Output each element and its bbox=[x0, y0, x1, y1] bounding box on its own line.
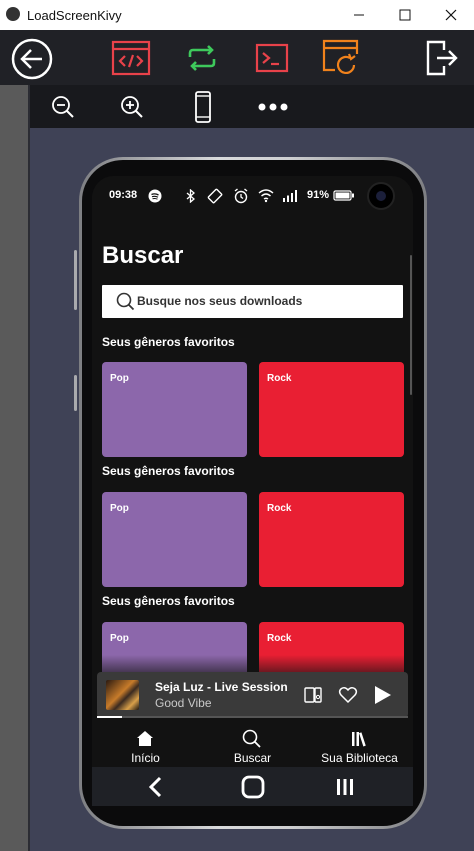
genre-label: Pop bbox=[110, 503, 129, 514]
wifi-icon bbox=[258, 189, 274, 203]
vibrate-icon bbox=[207, 188, 223, 204]
minimize-icon bbox=[354, 14, 364, 16]
reload-button[interactable] bbox=[183, 40, 221, 76]
zoom-in-button[interactable] bbox=[119, 94, 145, 120]
code-icon bbox=[111, 40, 151, 76]
song-title: Seja Luz - Live Session bbox=[155, 680, 288, 694]
sub-toolbar bbox=[30, 85, 474, 128]
back-arrow-icon bbox=[11, 38, 53, 80]
section-title: Seus gêneros favoritos bbox=[102, 335, 235, 349]
play-button[interactable] bbox=[371, 684, 393, 706]
page-title: Buscar bbox=[102, 242, 184, 269]
zoom-in-icon bbox=[121, 96, 143, 118]
nav-label: Buscar bbox=[233, 751, 272, 765]
more-button[interactable] bbox=[256, 97, 290, 117]
phone-screen: 09:38 91% Buscar Busque nos seus downloa… bbox=[92, 176, 413, 806]
mini-player[interactable]: Seja Luz - Live Session Good Vibe bbox=[97, 672, 408, 718]
section-title: Seus gêneros favoritos bbox=[102, 464, 235, 478]
status-time: 09:38 bbox=[109, 189, 138, 201]
nav-label: Sua Biblioteca bbox=[321, 751, 398, 765]
devices-button[interactable] bbox=[302, 684, 324, 706]
refresh-window-button[interactable] bbox=[320, 36, 362, 80]
minimize-button[interactable] bbox=[336, 0, 382, 30]
code-button[interactable] bbox=[110, 38, 152, 78]
exit-icon bbox=[426, 40, 458, 76]
scrollbar[interactable] bbox=[410, 255, 412, 395]
genre-tile-rock[interactable]: Rock bbox=[259, 492, 404, 587]
search-icon bbox=[116, 292, 135, 311]
home-icon bbox=[135, 729, 155, 749]
exit-button[interactable] bbox=[422, 36, 462, 80]
system-back-button[interactable] bbox=[143, 774, 169, 800]
phone-volume-button bbox=[74, 250, 77, 310]
artist-name: Good Vibe bbox=[155, 696, 212, 710]
terminal-button[interactable] bbox=[253, 40, 291, 76]
nav-label: Início bbox=[131, 751, 160, 765]
system-home-button[interactable] bbox=[240, 774, 266, 800]
album-art bbox=[106, 680, 139, 710]
like-button[interactable] bbox=[337, 684, 359, 706]
back-button[interactable] bbox=[10, 37, 54, 81]
status-battery-text: 91% bbox=[307, 189, 330, 201]
window-titlebar: LoadScreenKivy bbox=[0, 0, 474, 30]
alarm-icon bbox=[234, 188, 248, 204]
genre-label: Rock bbox=[267, 503, 292, 514]
phone-side-button bbox=[74, 375, 77, 411]
home-button-icon bbox=[241, 775, 265, 799]
phone-icon bbox=[195, 91, 211, 123]
more-icon bbox=[258, 103, 288, 111]
genre-tile-pop[interactable]: Pop bbox=[102, 362, 247, 457]
nav-item-search[interactable]: Buscar bbox=[199, 721, 306, 767]
left-panel-divider bbox=[28, 85, 30, 851]
maximize-icon bbox=[399, 9, 411, 21]
nav-item-home[interactable]: Início bbox=[92, 721, 199, 767]
genre-tile-rock[interactable]: Rock bbox=[259, 362, 404, 457]
close-icon bbox=[445, 9, 457, 21]
library-icon bbox=[349, 729, 369, 749]
zoom-out-icon bbox=[52, 96, 74, 118]
status-bar: 09:38 91% bbox=[92, 176, 413, 215]
recents-icon bbox=[337, 779, 353, 795]
front-camera bbox=[367, 182, 395, 210]
back-icon bbox=[148, 776, 162, 798]
genre-label: Pop bbox=[110, 633, 129, 644]
reload-icon bbox=[188, 45, 216, 71]
search-placeholder: Busque nos seus downloads bbox=[137, 294, 303, 308]
genre-label: Rock bbox=[267, 633, 292, 644]
spotify-icon bbox=[148, 189, 162, 203]
heart-icon bbox=[338, 687, 358, 704]
main-toolbar bbox=[0, 30, 474, 85]
nav-item-library[interactable]: Sua Biblioteca bbox=[306, 721, 413, 767]
bluetooth-icon bbox=[186, 189, 195, 203]
device-button[interactable] bbox=[192, 90, 214, 124]
kivy-icon bbox=[6, 7, 20, 21]
terminal-icon bbox=[255, 43, 289, 73]
zoom-out-button[interactable] bbox=[50, 94, 76, 120]
system-nav-bar bbox=[92, 767, 413, 806]
search-page: Buscar Busque nos seus downloads Seus gê… bbox=[92, 215, 413, 685]
close-button[interactable] bbox=[428, 0, 474, 30]
bottom-nav: Início Buscar Sua Biblioteca bbox=[92, 721, 413, 767]
signal-icon bbox=[283, 190, 297, 202]
maximize-button[interactable] bbox=[382, 0, 428, 30]
window-title: LoadScreenKivy bbox=[27, 8, 122, 23]
left-panel-edge bbox=[0, 85, 28, 851]
playback-progress-fill bbox=[97, 716, 122, 718]
search-input[interactable]: Busque nos seus downloads bbox=[102, 285, 403, 318]
genre-tile-pop[interactable]: Pop bbox=[102, 492, 247, 587]
devices-icon bbox=[304, 687, 322, 703]
battery-icon bbox=[333, 190, 354, 201]
genre-label: Pop bbox=[110, 373, 129, 384]
genre-label: Rock bbox=[267, 373, 292, 384]
play-icon bbox=[375, 686, 391, 704]
search-icon bbox=[242, 729, 262, 749]
refresh-window-icon bbox=[322, 39, 359, 74]
system-recents-button[interactable] bbox=[332, 774, 358, 800]
playback-progress[interactable] bbox=[97, 716, 408, 718]
section-title: Seus gêneros favoritos bbox=[102, 594, 235, 608]
